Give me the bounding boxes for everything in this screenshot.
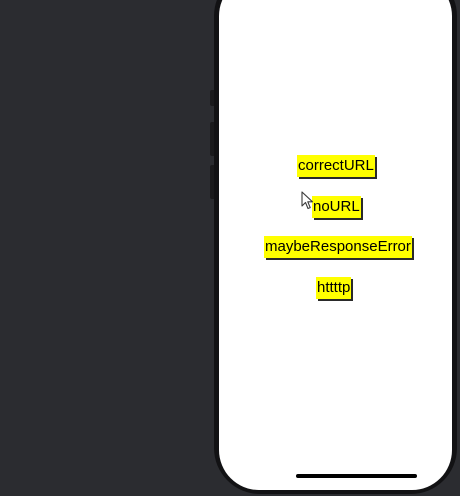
simulator-screen: correctURL noURL maybeResponseError httt… [219,0,452,490]
no-url-button[interactable]: noURL [312,196,361,218]
device-volume-down-button [210,165,214,199]
home-indicator[interactable] [296,474,417,478]
httttp-button[interactable]: httttp [316,277,352,299]
mouse-pointer-icon [301,191,314,210]
maybe-response-error-button[interactable]: maybeResponseError [264,236,412,258]
correct-url-button[interactable]: correctURL [297,155,375,177]
device-volume-up-button [210,122,214,156]
device-silent-switch [210,90,214,106]
